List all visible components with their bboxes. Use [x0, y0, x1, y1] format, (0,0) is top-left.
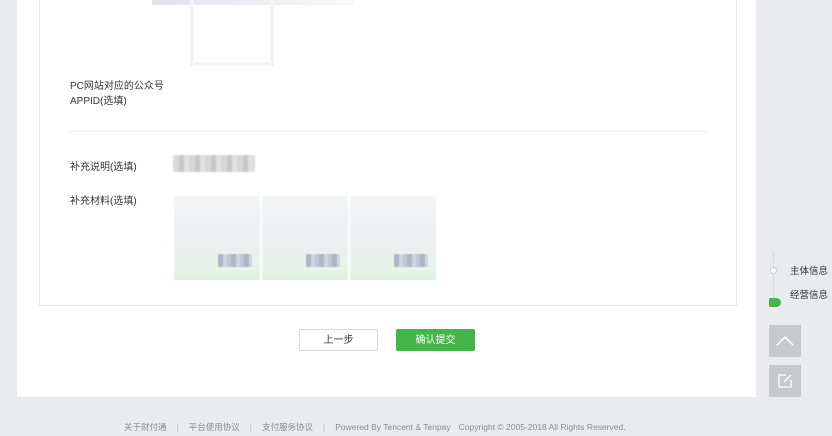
step-label-main-info[interactable]: 主体信息 — [790, 263, 828, 277]
footer-separator: | — [176, 422, 179, 432]
submit-button[interactable]: 确认提交 — [396, 329, 475, 351]
footer-copyright: Copyright © 2005-2018 All Rights Reserve… — [458, 422, 626, 432]
material-label: 补充材料(选填) — [70, 196, 137, 207]
feedback-button[interactable] — [769, 365, 801, 397]
chevron-up-icon — [776, 336, 794, 346]
footer-separator: | — [322, 422, 326, 432]
upload-image-placeholder[interactable] — [190, 0, 274, 66]
section-divider — [70, 131, 706, 132]
blurred-stamp — [218, 254, 252, 267]
back-to-top-button[interactable] — [769, 325, 801, 357]
footer-link-about[interactable]: 关于财付通 — [124, 422, 167, 432]
step-active-marker — [769, 298, 781, 307]
footer: 关于财付通 | 平台使用协议 | 支付服务协议 | Powered By Tencent &… — [124, 421, 626, 433]
form-section: PC网站对应的公众号APPID(选填) 补充说明(选填) 补充材料(选填) — [39, 0, 737, 306]
material-thumbnail[interactable] — [262, 196, 348, 280]
material-thumbnails — [174, 196, 436, 280]
step-label-business-info[interactable]: 经营信息 — [790, 287, 828, 301]
footer-link-payment-agreement[interactable]: 支付服务协议 — [262, 422, 313, 432]
blurred-stamp — [306, 254, 340, 267]
prev-step-button[interactable]: 上一步 — [299, 329, 378, 351]
note-label: 补充说明(选填) — [70, 162, 137, 173]
footer-link-platform-agreement[interactable]: 平台使用协议 — [189, 422, 240, 432]
note-value-blurred — [173, 155, 255, 172]
footer-powered: Powered By Tencent & Tenpay — [335, 422, 451, 432]
blurred-stamp — [394, 254, 428, 267]
step-dot[interactable] — [770, 267, 777, 274]
edit-icon — [778, 374, 792, 388]
main-panel: PC网站对应的公众号APPID(选填) 补充说明(选填) 补充材料(选填) 上一… — [17, 0, 756, 397]
footer-separator: | — [249, 422, 252, 432]
material-thumbnail[interactable] — [350, 196, 436, 280]
step-navigator: 主体信息 经营信息 — [765, 248, 832, 314]
appid-label: PC网站对应的公众号APPID(选填) — [70, 81, 164, 107]
material-thumbnail[interactable] — [174, 196, 260, 280]
